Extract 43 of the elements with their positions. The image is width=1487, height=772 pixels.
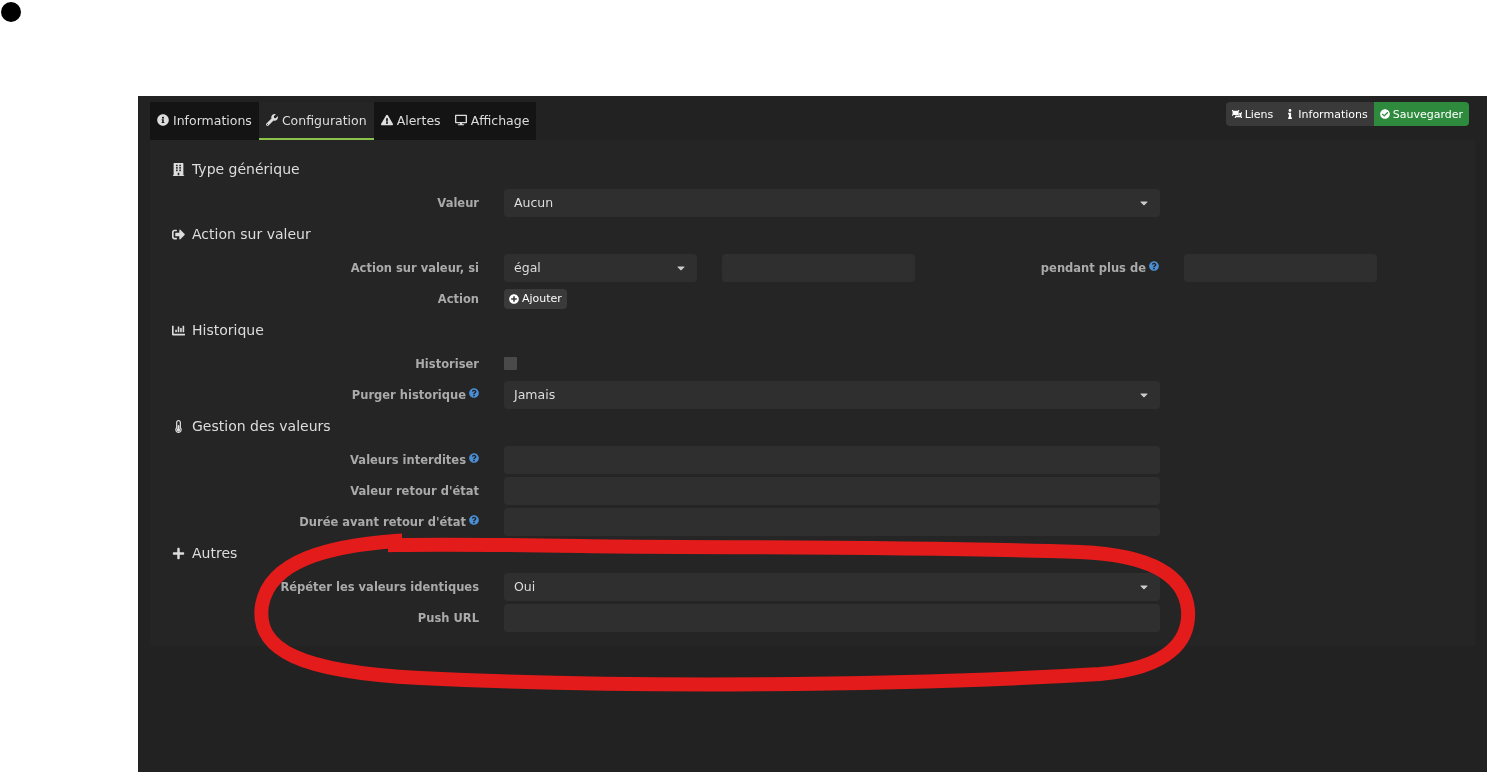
help-icon	[469, 387, 479, 398]
section-title: Gestion des valeurs	[192, 418, 331, 434]
field-label: Purger historique	[351, 387, 466, 402]
add-button[interactable]: Ajouter	[504, 288, 567, 309]
section-icon	[172, 419, 185, 433]
field-label: Valeur	[437, 195, 479, 210]
checkbox[interactable]	[504, 357, 517, 370]
tab-icon	[454, 114, 467, 126]
section-icon	[172, 162, 185, 176]
button-icon	[1379, 109, 1390, 119]
field-label: Push URL	[417, 610, 479, 625]
select-field[interactable]: Oui	[504, 572, 1160, 601]
field-label: Historiser	[415, 356, 479, 371]
plus-icon	[509, 293, 519, 304]
section-icon	[172, 323, 185, 337]
field-label: Action	[437, 291, 479, 306]
toolbar-button[interactable]: Informations	[1279, 102, 1374, 126]
select-field[interactable]: Aucun	[504, 188, 1160, 217]
dot-marker	[1, 2, 21, 22]
field-label: Action sur valeur, si	[350, 260, 479, 275]
field-label: pendant plus de	[1040, 260, 1146, 275]
tab-icon	[380, 114, 393, 126]
field-label: Valeur retour d'état	[350, 483, 479, 498]
section-title: Autres	[192, 545, 238, 561]
select-field[interactable]: égal	[504, 253, 697, 282]
field-label: Valeurs interdites	[350, 452, 466, 467]
tab-icon	[265, 114, 278, 126]
help-icon	[1149, 260, 1159, 271]
section-icon	[172, 227, 185, 241]
section-icon	[172, 546, 185, 560]
section-title: Type générique	[192, 161, 300, 177]
section-title: Action sur valeur	[192, 226, 311, 242]
toolbar-button[interactable]: Sauvegarder	[1373, 102, 1469, 126]
select-field[interactable]: Jamais	[504, 380, 1160, 409]
field-label: Durée avant retour d'état	[299, 514, 466, 529]
help-icon	[469, 514, 479, 525]
tab-icon	[157, 114, 169, 126]
button-icon	[1231, 109, 1242, 119]
section-title: Historique	[192, 322, 264, 338]
tab[interactable]: Configuration	[258, 102, 374, 140]
help-icon	[469, 452, 479, 463]
toolbar-button[interactable]: Liens	[1225, 102, 1280, 126]
field-label: Répéter les valeurs identiques	[280, 579, 479, 594]
